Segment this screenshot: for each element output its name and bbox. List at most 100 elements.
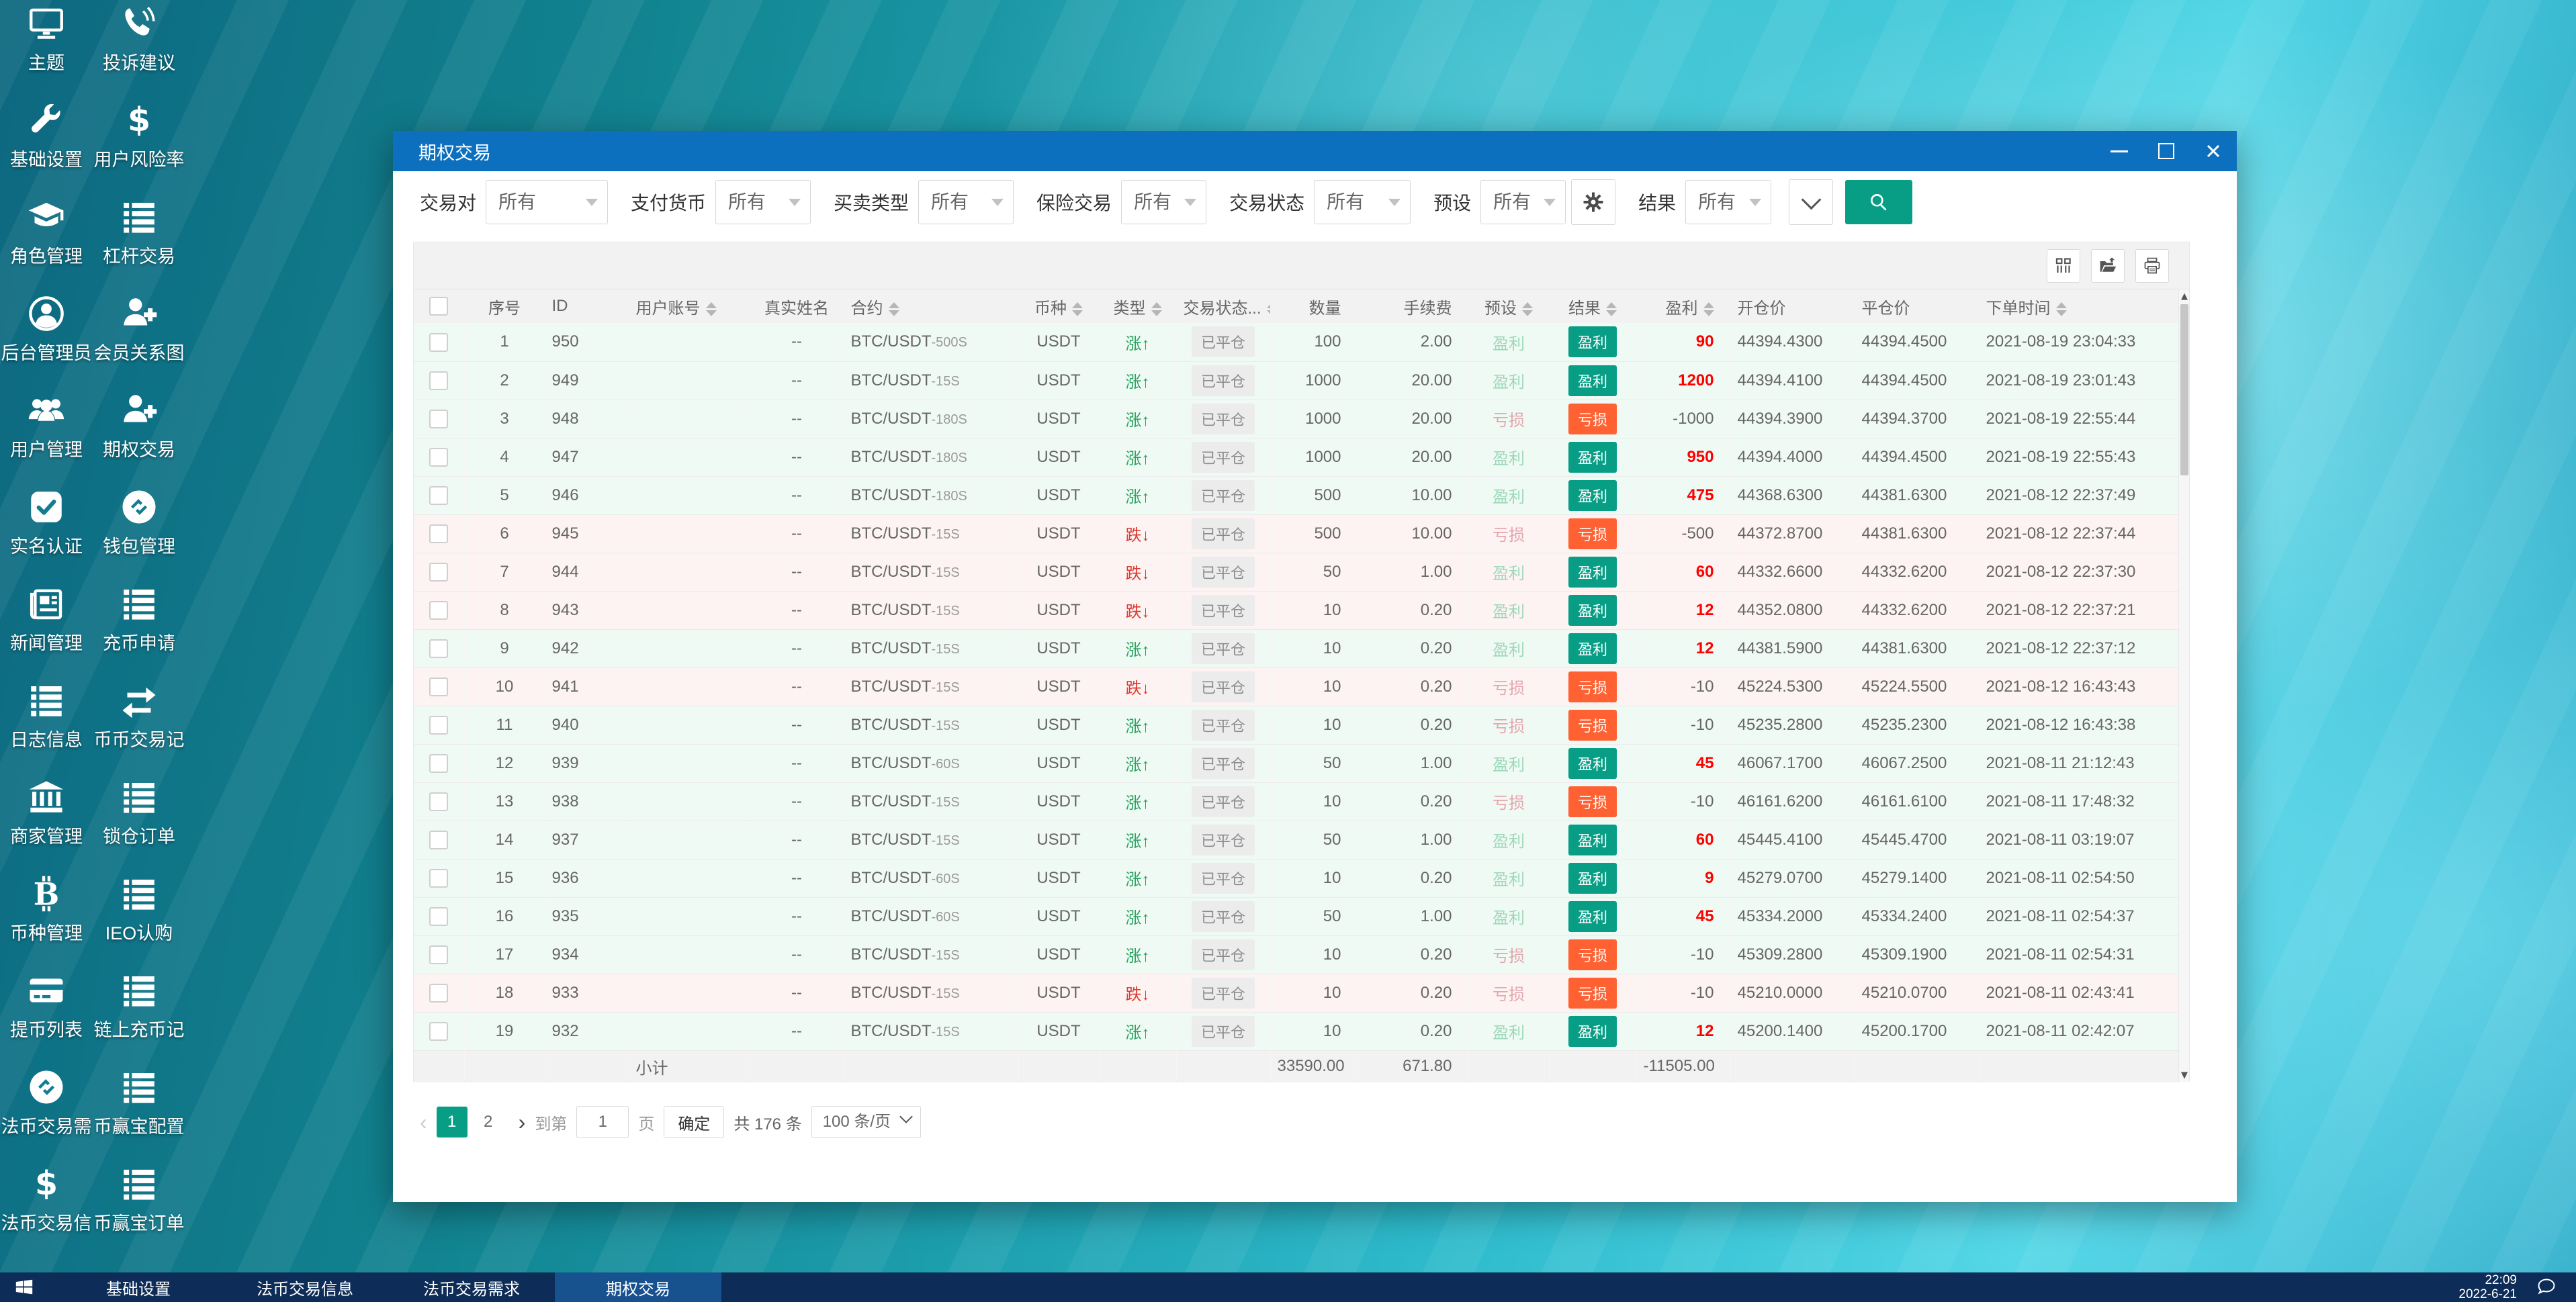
filter-select-6[interactable]: 所有 xyxy=(1480,180,1566,224)
desktop-icon-newspaper[interactable]: 新闻管理 xyxy=(0,580,93,677)
sort-icon[interactable] xyxy=(1266,301,1270,316)
start-button[interactable] xyxy=(0,1272,48,1302)
desktop-icon-monitor[interactable]: 主题 xyxy=(0,0,93,97)
sort-icon[interactable] xyxy=(1151,301,1162,316)
column-header[interactable]: 币种 xyxy=(1018,289,1100,323)
notification-bubble-icon[interactable] xyxy=(2536,1277,2557,1299)
prev-page-button[interactable]: ‹ xyxy=(420,1110,427,1135)
sort-icon[interactable] xyxy=(2055,301,2067,316)
row-checkbox[interactable] xyxy=(429,600,449,620)
desktop-icon-wrench[interactable]: 基础设置 xyxy=(0,97,93,193)
taskbar-item-3[interactable]: 法币交易需求 xyxy=(388,1272,555,1302)
jump-page-input[interactable] xyxy=(576,1106,629,1138)
scrollbar-thumb[interactable] xyxy=(2180,304,2188,475)
sort-icon[interactable] xyxy=(1703,301,1714,316)
maximize-button[interactable] xyxy=(2143,131,2190,171)
filter-select-7[interactable]: 所有 xyxy=(1685,180,1772,224)
column-header[interactable]: 结果 xyxy=(1549,289,1637,323)
preset-settings-button[interactable] xyxy=(1571,179,1616,225)
row-checkbox[interactable] xyxy=(429,332,449,352)
desktop-icon-list[interactable]: 杠杆交易 xyxy=(93,193,185,290)
sort-icon[interactable] xyxy=(888,301,899,316)
column-header[interactable]: 交易状态... xyxy=(1176,289,1271,323)
desktop-icon-credit-card[interactable]: 提币列表 xyxy=(0,967,93,1064)
column-header[interactable]: 预设 xyxy=(1468,289,1550,323)
desktop-icon-user-plus[interactable]: 会员关系图 xyxy=(93,290,185,387)
row-index: 11 xyxy=(496,715,513,734)
filter-select-3[interactable]: 所有 xyxy=(918,180,1014,224)
row-checkbox[interactable] xyxy=(429,485,449,505)
print-button[interactable] xyxy=(2135,248,2169,283)
row-checkbox[interactable] xyxy=(429,868,449,888)
taskbar-item-2[interactable]: 法币交易信息 xyxy=(222,1272,388,1302)
row-checkbox[interactable] xyxy=(429,945,449,964)
per-page-select[interactable]: 100 条/页 xyxy=(811,1106,922,1138)
desktop-icon-list[interactable]: 充币申请 xyxy=(93,580,185,677)
page-number-1[interactable]: 1 xyxy=(436,1107,468,1137)
result-badge: 盈利 xyxy=(1568,441,1617,473)
desktop-icon-list[interactable]: IEO认购 xyxy=(93,870,185,967)
row-checkbox[interactable] xyxy=(429,1021,449,1041)
close-button[interactable] xyxy=(2190,131,2237,171)
column-settings-button[interactable] xyxy=(2047,248,2080,283)
desktop-icon-user-circle[interactable]: 后台管理员 xyxy=(0,290,93,387)
row-checkbox[interactable] xyxy=(429,371,449,390)
row-checkbox[interactable] xyxy=(429,753,449,773)
desktop-icon-list[interactable]: 币赢宝订单 xyxy=(93,1160,185,1257)
desktop-icon-list[interactable]: 币赢宝配置 xyxy=(93,1064,185,1160)
desktop-icon-phone[interactable]: 投诉建议 xyxy=(93,0,185,97)
confirm-button[interactable]: 确定 xyxy=(664,1106,725,1138)
scroll-up-arrow[interactable]: ▲ xyxy=(2179,289,2190,303)
desktop-icon-dollar[interactable]: $ 用户风险率 xyxy=(93,97,185,193)
select-all-checkbox[interactable] xyxy=(429,297,449,316)
column-header[interactable]: 下单时间 xyxy=(1979,289,2180,323)
row-checkbox[interactable] xyxy=(429,524,449,543)
desktop-icon-bank[interactable]: 商家管理 xyxy=(0,774,93,870)
column-header[interactable]: 类型 xyxy=(1099,289,1177,323)
page-number-2[interactable]: 2 xyxy=(473,1107,504,1137)
row-checkbox[interactable] xyxy=(429,792,449,811)
scroll-down-arrow[interactable]: ▼ xyxy=(2179,1068,2190,1082)
minimize-button[interactable] xyxy=(2096,131,2143,171)
desktop-icon-users[interactable]: 用户管理 xyxy=(0,387,93,483)
taskbar-item-4[interactable]: 期权交易 xyxy=(555,1272,721,1302)
desktop-icon-bitcoin[interactable]: B 币种管理 xyxy=(0,870,93,967)
search-button[interactable] xyxy=(1845,180,1913,224)
filter-select-2[interactable]: 所有 xyxy=(715,180,811,224)
row-checkbox[interactable] xyxy=(429,409,449,428)
desktop-icon-check-square[interactable]: 实名认证 xyxy=(0,483,93,580)
sort-icon[interactable] xyxy=(1522,301,1533,316)
sort-icon[interactable] xyxy=(1606,301,1617,316)
column-header[interactable]: 用户账号 xyxy=(629,289,750,323)
sort-icon[interactable] xyxy=(1072,301,1083,316)
desktop-icon-wallet-circle[interactable]: 钱包管理 xyxy=(93,483,185,580)
desktop-icon-graduation-cap[interactable]: 角色管理 xyxy=(0,193,93,290)
row-checkbox[interactable] xyxy=(429,639,449,658)
filter-select-4[interactable]: 所有 xyxy=(1121,180,1207,224)
column-header[interactable]: 盈利 xyxy=(1636,289,1731,323)
desktop-icon-list[interactable]: 锁仓订单 xyxy=(93,774,185,870)
taskbar-clock[interactable]: 22:09 2022-6-21 xyxy=(2458,1272,2517,1302)
desktop-icon-user-plus[interactable]: 期权交易 xyxy=(93,387,185,483)
filter-select-1[interactable]: 所有 xyxy=(486,180,609,224)
next-page-button[interactable]: › xyxy=(519,1110,526,1135)
desktop-icon-list[interactable]: 日志信息 xyxy=(0,677,93,774)
desktop-icon-list[interactable]: 链上充币记 xyxy=(93,967,185,1064)
row-checkbox[interactable] xyxy=(429,447,449,467)
row-checkbox[interactable] xyxy=(429,677,449,696)
row-checkbox[interactable] xyxy=(429,983,449,1003)
taskbar-item-1[interactable]: 基础设置 xyxy=(55,1272,222,1302)
advanced-search-toggle-button[interactable] xyxy=(1789,179,1834,225)
column-header[interactable]: 合约 xyxy=(844,289,1019,323)
desktop-icon-dollar[interactable]: $ 法币交易信 xyxy=(0,1160,93,1257)
sort-icon[interactable] xyxy=(705,301,717,316)
row-checkbox[interactable] xyxy=(429,562,449,582)
row-checkbox[interactable] xyxy=(429,906,449,926)
export-button[interactable] xyxy=(2091,248,2125,283)
desktop-icon-wallet-circle[interactable]: 法币交易需 xyxy=(0,1064,93,1160)
filter-select-5[interactable]: 所有 xyxy=(1314,180,1411,224)
vertical-scrollbar[interactable]: ▲ ▼ xyxy=(2178,289,2189,1082)
desktop-icon-exchange-arrows[interactable]: 币币交易记 xyxy=(93,677,185,774)
row-checkbox[interactable] xyxy=(429,715,449,735)
row-checkbox[interactable] xyxy=(429,830,449,849)
